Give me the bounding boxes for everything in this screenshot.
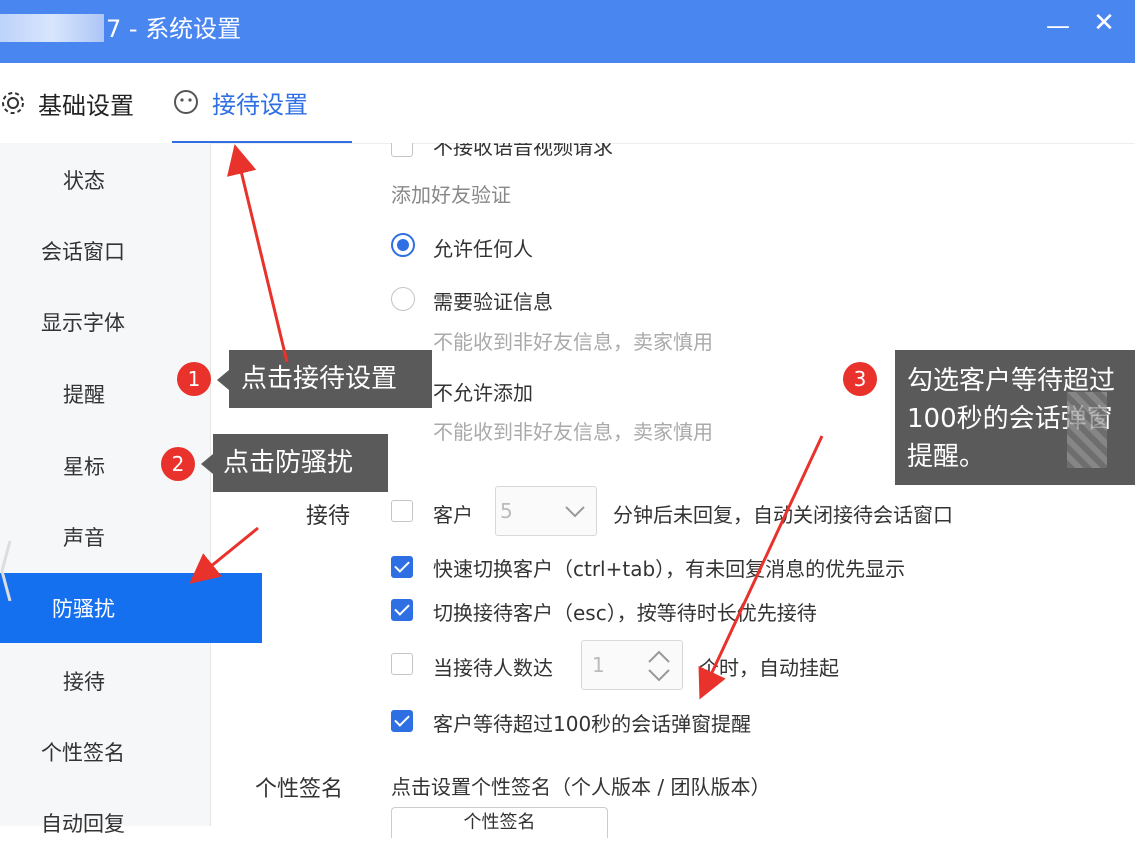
auto-suspend-checkbox[interactable] [391,653,413,675]
signature-button[interactable]: 个性签名 [391,807,608,838]
signature-hint: 点击设置个性签名（个人版本 / 团队版本） [391,775,771,799]
auto-suspend-suffix: 个时，自动挂起 [699,656,839,680]
stepper-arrows-icon[interactable] [646,649,672,683]
sidebar-item-label: 自动回复 [41,812,125,836]
sidebar-item-label: 声音 [63,526,105,550]
switch-by-wait-checkbox[interactable] [391,599,413,621]
sidebar-item-label: 防骚扰 [52,597,115,621]
sidebar-item-label: 显示字体 [41,311,125,335]
auto-close-suffix: 分钟后未回复，自动关闭接待会话窗口 [613,503,953,527]
tab-label: 接待设置 [212,90,308,119]
title-bar: 7 - 系统设置 — ✕ [0,0,1135,63]
annotation-badge-3: 3 [843,362,877,396]
suspend-count-value: 1 [592,653,605,677]
switch-by-wait-label: 切换接待客户（esc），按等待时长优先接待 [433,601,817,625]
auto-close-prefix: 客户 [433,503,473,527]
sidebar-item-label: 接待 [63,670,105,694]
mosaic-blur [1067,392,1107,468]
minutes-value: 5 [500,499,513,523]
friend-verify-label: 添加好友验证 [391,183,511,207]
chevron-down-icon [565,506,585,518]
annotation-badge-2: 2 [161,447,195,481]
minutes-select[interactable]: 5 [495,486,597,536]
reject-voice-video-label: 不接收语音视频请求 [433,143,613,157]
quick-switch-label: 快速切换客户（ctrl+tab），有未回复消息的优先显示 [433,557,906,581]
annotation-callout-2: 点击防骚扰 [201,434,388,492]
annotation-badge-1: 1 [177,362,211,396]
annotation-callout-1: 点击接待设置 [217,350,432,408]
clipped-option-row: 不接收语音视频请求 [211,143,811,157]
quick-switch-checkbox[interactable] [391,556,413,578]
tab-label: 基础设置 [38,91,134,120]
sidebar-item-label: 个性签名 [41,741,125,765]
radio-label: 允许任何人 [433,237,533,261]
settings-tab-bar: 基础设置 接待设置 [0,63,1135,144]
radio-require-verification[interactable] [391,287,415,311]
reject-voice-video-checkbox[interactable] [391,143,413,157]
sidebar-item-label: 会话窗口 [41,240,125,264]
minimize-button[interactable]: — [1046,12,1070,42]
radio-label: 不允许添加 [433,381,533,405]
radio-allow-anyone[interactable] [391,233,415,257]
radio-label: 需要验证信息 [433,290,553,314]
radio-hint: 不能收到非好友信息，卖家慎用 [433,420,713,444]
collapse-chevron-icon[interactable] [0,541,12,601]
window-title: 7 - 系统设置 [106,15,242,43]
auto-suspend-prefix: 当接待人数达 [433,656,553,680]
settings-sidebar: 状态 会话窗口 显示字体 提醒 星标 声音 防骚扰 接待 个性签名 自动回复 [0,143,262,836]
signature-section-label: 个性签名 [255,777,344,802]
tab-reception-settings[interactable]: 接待设置 [172,63,352,143]
sidebar-item-label: 星标 [63,455,105,479]
auto-close-checkbox[interactable] [391,500,413,522]
radio-hint: 不能收到非好友信息，卖家慎用 [433,330,713,354]
close-button[interactable]: ✕ [1092,8,1116,38]
reception-section-label: 接待 [306,504,351,529]
blurred-app-name [0,14,104,42]
smiley-face-icon [172,88,200,116]
wait-popup-checkbox[interactable] [391,710,413,732]
sidebar-item-label: 状态 [63,169,105,193]
gear-icon [0,90,26,116]
tab-basic-settings[interactable]: 基础设置 [0,63,134,143]
wait-popup-label: 客户等待超过100秒的会话弹窗提醒 [433,712,752,736]
sidebar-item-label: 提醒 [63,383,105,407]
suspend-count-stepper[interactable]: 1 [581,640,683,690]
